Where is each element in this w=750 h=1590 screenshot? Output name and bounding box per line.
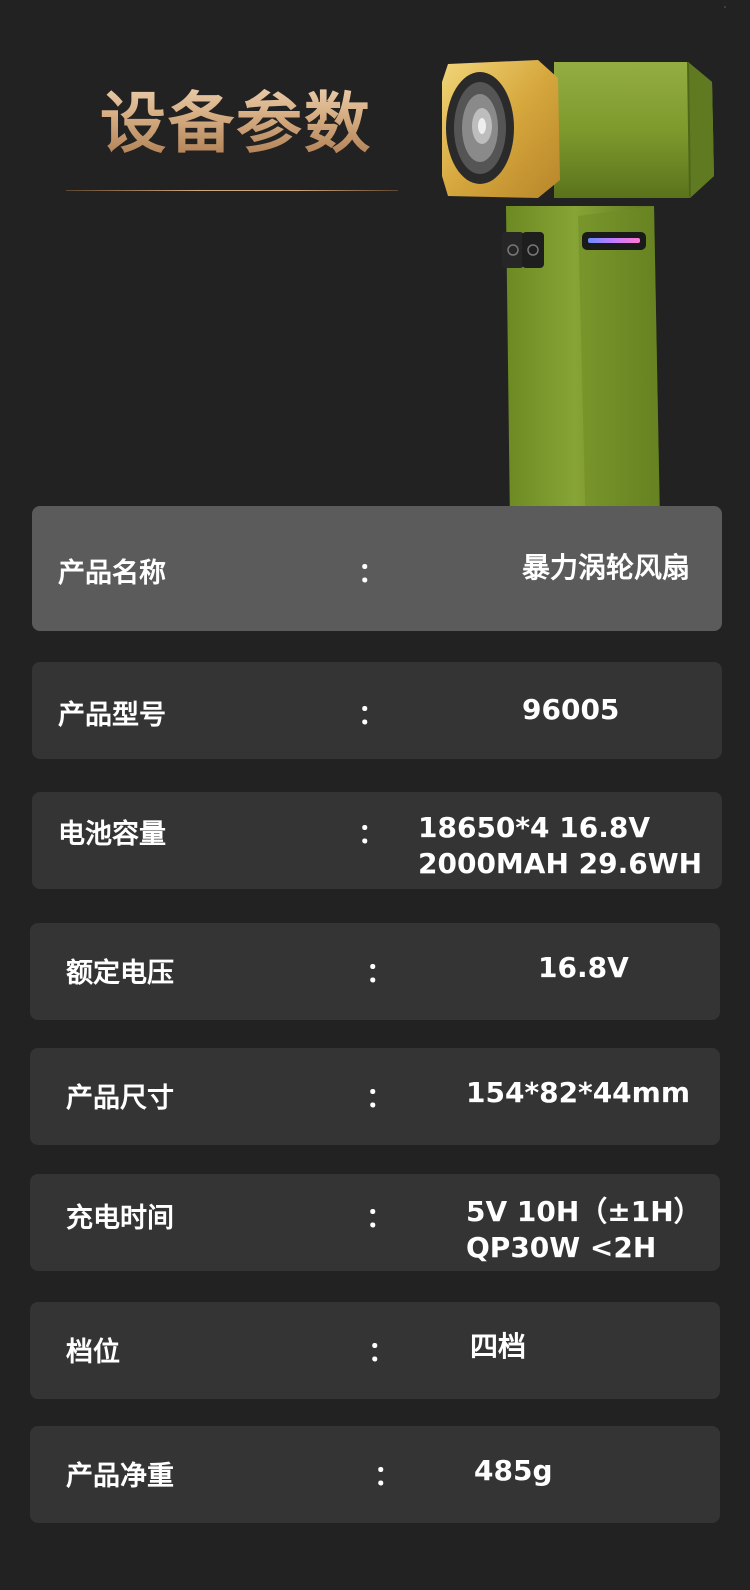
turbo-fan-product-image xyxy=(442,60,714,536)
spec-label: 产品尺寸 xyxy=(66,1083,174,1114)
spec-value: 485g xyxy=(474,1454,553,1487)
spec-colon: ： xyxy=(358,700,385,731)
spec-row-speed-levels: 档位 ： 四档 xyxy=(30,1302,720,1399)
spec-value: 四档 xyxy=(470,1330,527,1363)
spec-colon: ： xyxy=(358,819,385,850)
spec-value-line: 5V 10H（±1H） xyxy=(466,1195,702,1228)
spec-value-multiline: 5V 10H（±1H） QP30W <2H xyxy=(466,1194,702,1266)
spec-row-net-weight: 产品净重 ： 485g xyxy=(30,1426,720,1523)
spec-value: 96005 xyxy=(522,693,620,726)
spec-value: 16.8V xyxy=(538,951,629,984)
spec-value: 154*82*44mm xyxy=(466,1076,691,1109)
spec-row-charging-time: 充电时间 ： 5V 10H（±1H） QP30W <2H xyxy=(30,1174,720,1271)
spec-colon: ： xyxy=(366,958,393,989)
spec-row-dimensions: 产品尺寸 ： 154*82*44mm xyxy=(30,1048,720,1145)
spec-value-line: 2000MAH 29.6WH xyxy=(418,847,703,880)
spec-row-product-name: 产品名称 ： 暴力涡轮风扇 xyxy=(32,506,722,631)
spec-label: 充电时间 xyxy=(66,1203,174,1234)
spec-row-battery: 电池容量 ： 18650*4 16.8V 2000MAH 29.6WH xyxy=(32,792,722,889)
corner-dot xyxy=(724,6,726,8)
power-button xyxy=(522,232,544,268)
spec-value-line: QP30W <2H xyxy=(466,1231,657,1264)
spec-value-line: 18650*4 16.8V xyxy=(418,811,651,844)
spec-value-multiline: 18650*4 16.8V 2000MAH 29.6WH xyxy=(418,810,702,882)
spec-value: 暴力涡轮风扇 xyxy=(522,551,691,584)
title-divider xyxy=(66,190,398,191)
spec-colon: ： xyxy=(366,1203,393,1234)
spec-label: 产品名称 xyxy=(58,558,166,589)
spec-row-model: 产品型号 ： 96005 xyxy=(32,662,722,759)
spec-label: 电池容量 xyxy=(58,819,166,850)
spec-colon: ： xyxy=(366,1083,393,1114)
spec-row-rated-voltage: 额定电压 ： 16.8V xyxy=(30,923,720,1020)
spec-label: 档位 xyxy=(66,1337,120,1368)
spec-colon: ： xyxy=(368,1337,395,1368)
mode-button xyxy=(502,232,524,268)
spec-colon: ： xyxy=(374,1461,401,1492)
spec-label: 额定电压 xyxy=(66,958,174,989)
spec-label: 产品净重 xyxy=(66,1461,174,1492)
spec-colon: ： xyxy=(358,558,385,589)
spec-label: 产品型号 xyxy=(58,700,166,731)
page-title: 设备参数 xyxy=(100,70,372,166)
